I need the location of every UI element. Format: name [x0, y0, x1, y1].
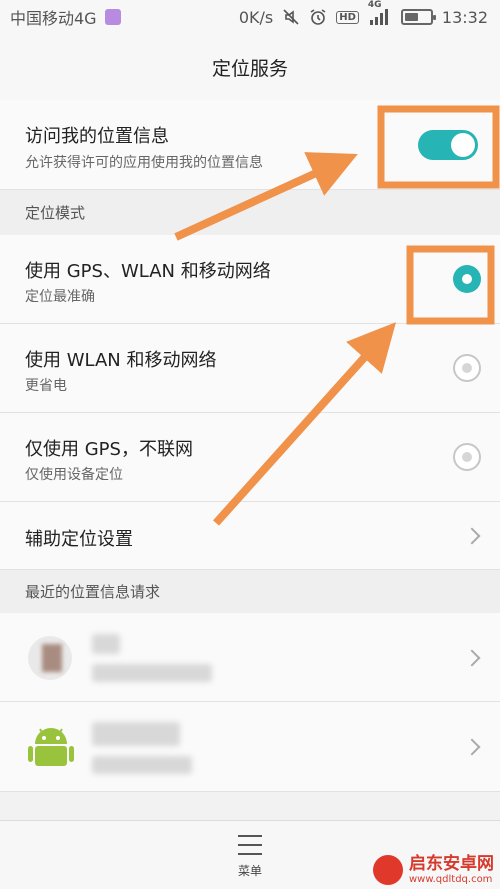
watermark: 启东安卓网 www.qdltdq.com	[373, 855, 494, 885]
mode-option-wlan-mobile[interactable]: 使用 WLAN 和移动网络 更省电	[0, 324, 500, 413]
app-icon-blurred	[28, 636, 72, 680]
status-left: 中国移动4G	[10, 5, 121, 29]
assist-label: 辅助定位设置	[25, 529, 133, 550]
blurred-app-detail	[92, 664, 212, 682]
android-icon	[28, 724, 74, 776]
blurred-app-name	[92, 634, 120, 654]
mode-title: 使用 GPS、WLAN 和移动网络	[25, 261, 271, 282]
status-right: 0K/s HD 4G 13:32	[238, 0, 488, 27]
watermark-logo-icon	[373, 855, 403, 885]
recent-request-item[interactable]	[0, 702, 500, 792]
mode-title: 仅使用 GPS，不联网	[25, 439, 193, 460]
location-access-subtitle: 允许获得许可的应用使用我的位置信息	[25, 155, 263, 171]
blurred-app-name	[92, 722, 180, 746]
mode-subtitle: 更省电	[25, 378, 67, 394]
chevron-right-icon	[463, 649, 481, 667]
menu-icon	[238, 835, 262, 855]
network-speed: 0K/s	[238, 7, 274, 27]
signal-icon: 4G	[368, 0, 392, 26]
menu-button[interactable]: 菜单	[220, 829, 280, 887]
battery-icon	[400, 9, 436, 25]
section-header-mode: 定位模式	[0, 190, 500, 235]
carrier-label: 中国移动4G	[10, 9, 97, 28]
mute-icon	[282, 8, 300, 26]
network-type: 4G	[367, 0, 382, 10]
watermark-text: 启东安卓网 www.qdltdq.com	[409, 855, 494, 885]
radio-unselected[interactable]	[453, 443, 481, 471]
blurred-app-detail	[92, 756, 192, 774]
chevron-right-icon	[463, 738, 481, 756]
section-header-recent: 最近的位置信息请求	[0, 570, 500, 613]
mode-subtitle: 定位最准确	[25, 289, 95, 305]
watermark-title: 启东安卓网	[409, 854, 494, 875]
radio-unselected[interactable]	[453, 354, 481, 382]
alarm-icon	[309, 8, 327, 26]
location-access-toggle[interactable]	[418, 130, 478, 160]
watermark-url: www.qdltdq.com	[409, 873, 493, 885]
status-bar: 中国移动4G 0K/s HD 4G 13:32	[0, 0, 500, 34]
menu-label: 菜单	[237, 864, 262, 878]
page-title: 定位服务	[0, 34, 500, 100]
photo-icon	[104, 9, 121, 25]
assist-location-settings[interactable]: 辅助定位设置	[0, 502, 500, 570]
chevron-right-icon	[463, 527, 481, 545]
hd-badge: HD	[336, 10, 359, 24]
toggle-knob	[451, 133, 475, 157]
radio-selected[interactable]	[453, 265, 481, 293]
mode-title: 使用 WLAN 和移动网络	[25, 350, 217, 371]
mode-option-gps-wlan-mobile[interactable]: 使用 GPS、WLAN 和移动网络 定位最准确	[0, 235, 500, 324]
mode-option-gps-only[interactable]: 仅使用 GPS，不联网 仅使用设备定位	[0, 413, 500, 502]
recent-request-item[interactable]	[0, 613, 500, 702]
location-access-row[interactable]: 访问我的位置信息 允许获得许可的应用使用我的位置信息	[0, 100, 500, 190]
mode-subtitle: 仅使用设备定位	[25, 467, 123, 483]
clock: 13:32	[441, 7, 488, 27]
location-access-title: 访问我的位置信息	[25, 126, 169, 147]
